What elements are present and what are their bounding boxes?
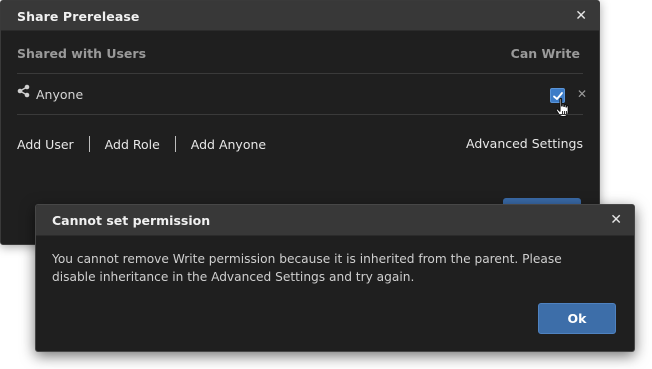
add-anyone-button[interactable]: Add Anyone [191, 137, 266, 152]
remove-user-icon[interactable]: ✕ [577, 88, 587, 100]
cannot-set-permission-dialog: Cannot set permission ✕ You cannot remov… [35, 204, 635, 352]
error-dialog-title: Cannot set permission [52, 213, 211, 228]
shared-user-name: Anyone [36, 87, 84, 102]
action-separator [88, 136, 90, 152]
shared-with-users-header: Shared with Users [17, 46, 147, 61]
share-dialog-close-icon[interactable]: ✕ [575, 9, 587, 23]
list-divider [17, 73, 583, 74]
add-actions-bar: Add User Add Role Add Anyone [17, 135, 266, 153]
list-divider [17, 114, 583, 115]
ok-button[interactable]: Ok [538, 303, 616, 334]
error-message: You cannot remove Write permission becau… [52, 252, 562, 284]
share-icon [17, 83, 30, 98]
shared-user-row: Anyone ✕ [17, 75, 587, 118]
share-dialog-titlebar: Share Prerelease ✕ [1, 1, 599, 31]
share-dialog-title: Share Prerelease [17, 9, 140, 24]
add-user-button[interactable]: Add User [17, 137, 74, 152]
can-write-header: Can Write [510, 46, 580, 61]
advanced-settings-link[interactable]: Advanced Settings [466, 136, 583, 151]
error-dialog-close-icon[interactable]: ✕ [610, 213, 622, 227]
hand-cursor-icon [555, 97, 571, 119]
error-dialog-titlebar: Cannot set permission ✕ [36, 205, 634, 236]
add-role-button[interactable]: Add Role [105, 137, 160, 152]
action-separator [174, 136, 176, 152]
